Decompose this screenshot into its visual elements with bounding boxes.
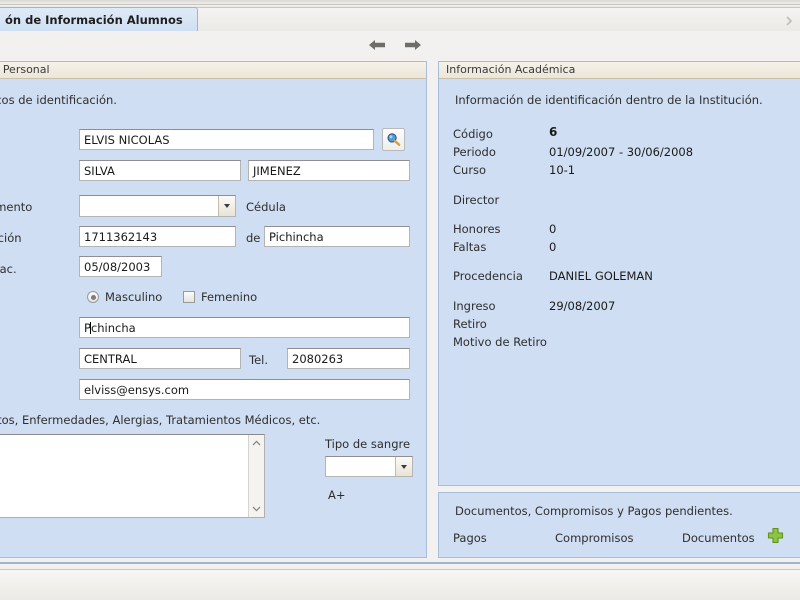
application-window: ón de Información Alumnos ormación Perso… [0, 0, 800, 600]
value-procedencia: DANIEL GOLEMAN [549, 269, 653, 283]
search-student-button[interactable] [382, 128, 405, 151]
label-director: Director [453, 193, 500, 207]
window-top-border [0, 0, 800, 5]
apellido-paterno-input[interactable]: SILVA [79, 160, 241, 181]
academic-info-panel: Información Académica Información de ide… [438, 61, 800, 486]
value-periodo: 01/09/2007 - 30/06/2008 [549, 145, 694, 159]
tipo-sangre-select[interactable] [325, 456, 413, 477]
link-compromisos[interactable]: Compromisos [555, 531, 634, 545]
content-area: ormación Personal os básicos de identifi… [0, 31, 800, 569]
personal-info-panel-title-text: ormación Personal [0, 63, 50, 76]
personal-info-panel: ormación Personal os básicos de identifi… [0, 61, 427, 558]
academic-info-panel-title-text: Información Académica [446, 63, 576, 76]
label-telefono: Tel. [249, 353, 268, 367]
sexo-option-femenino[interactable]: Femenino [183, 290, 257, 304]
link-documentos[interactable]: Documentos [682, 531, 755, 545]
value-curso: 10-1 [549, 163, 576, 177]
label-de: de [246, 231, 261, 245]
tipo-documento-select[interactable] [79, 195, 236, 217]
tab-strip-filler [183, 7, 800, 31]
arrow-left-icon [369, 40, 385, 50]
tab-scroll-right-icon[interactable] [784, 16, 796, 28]
record-navigation-bar [0, 31, 800, 59]
personal-info-panel-title: ormación Personal [0, 62, 426, 79]
search-icon [387, 133, 401, 146]
chevron-down-icon [224, 204, 230, 208]
plus-icon [767, 527, 784, 544]
fecha-nacimiento-input[interactable]: 05/08/2003 [79, 256, 162, 277]
value-codigo: 6 [549, 125, 558, 139]
pending-documents-subtitle: Documentos, Compromisos y Pagos pendient… [455, 504, 733, 518]
academic-info-subtitle: Información de identificación dentro de … [455, 93, 763, 107]
link-pagos[interactable]: Pagos [453, 531, 487, 545]
add-document-button[interactable] [767, 527, 784, 544]
label-ingreso: Ingreso [453, 299, 496, 313]
identificacion-input[interactable]: 1711362143 [79, 226, 236, 247]
value-honores: 0 [549, 222, 557, 236]
label-faltas: Faltas [453, 240, 487, 254]
medical-info-scrollbar[interactable] [248, 435, 264, 517]
tab-gestion-informacion-alumnos[interactable]: ón de Información Alumnos [0, 7, 198, 31]
label-fecha-nacimiento: ha de Nac. [0, 262, 17, 276]
radio-masculino-icon [87, 291, 99, 303]
scroll-up-icon[interactable] [249, 435, 264, 451]
label-tipo-sangre: Tipo de sangre [325, 437, 411, 451]
domicilio-input[interactable]: Pchincha [79, 317, 410, 338]
arrow-right-icon [405, 40, 421, 50]
tipo-sangre-dropdown-button[interactable] [395, 457, 412, 476]
tipo-sangre-display: A+ [328, 488, 346, 502]
label-honores: Honores [453, 222, 501, 236]
email-input[interactable]: elviss@ensys.com [79, 379, 410, 400]
checkbox-femenino-icon [183, 291, 195, 303]
chevron-down-icon [401, 464, 407, 469]
label-procedencia: Procedencia [453, 269, 523, 283]
next-record-button[interactable] [402, 36, 424, 54]
sexo-option-femenino-label: Femenino [201, 290, 258, 304]
tab-strip: ón de Información Alumnos [0, 6, 800, 31]
barrio-input[interactable]: CENTRAL [79, 348, 241, 369]
tab-label: ón de Información Alumnos [5, 12, 183, 27]
label-curso: Curso [453, 163, 487, 177]
medical-info-textarea[interactable]: GUNO [0, 434, 265, 518]
label-motivo-retiro: Motivo de Retiro [453, 335, 547, 349]
telefono-input[interactable]: 2080263 [287, 348, 410, 369]
label-codigo: Código [453, 127, 493, 141]
personal-info-subtitle: os básicos de identificación. [0, 93, 117, 107]
medical-info-label: icamentos, Enfermedades, Alergias, Trata… [0, 413, 321, 427]
provincia-input[interactable]: Pichincha [264, 226, 410, 247]
label-periodo: Periodo [453, 145, 496, 159]
value-faltas: 0 [549, 240, 557, 254]
sexo-option-masculino[interactable]: Masculino [87, 290, 162, 304]
label-identificacion: entificación [0, 231, 22, 245]
domicilio-value-post: chincha [90, 321, 136, 335]
nombre-input[interactable]: ELVIS NICOLAS [79, 129, 374, 150]
sexo-option-masculino-label: Masculino [105, 290, 163, 304]
label-tipo-documento: o Documento [0, 200, 33, 214]
tipo-documento-dropdown-button[interactable] [218, 196, 235, 216]
label-retiro: Retiro [453, 317, 487, 331]
academic-info-panel-title: Información Académica [439, 62, 800, 79]
label-cedula: Cédula [246, 200, 286, 214]
value-ingreso: 29/08/2007 [549, 299, 616, 313]
apellido-materno-input[interactable]: JIMENEZ [248, 160, 410, 181]
pending-documents-panel: Documentos, Compromisos y Pagos pendient… [438, 492, 800, 558]
window-bottom-chrome [0, 569, 800, 600]
scroll-down-icon[interactable] [249, 501, 264, 517]
previous-record-button[interactable] [366, 36, 388, 54]
